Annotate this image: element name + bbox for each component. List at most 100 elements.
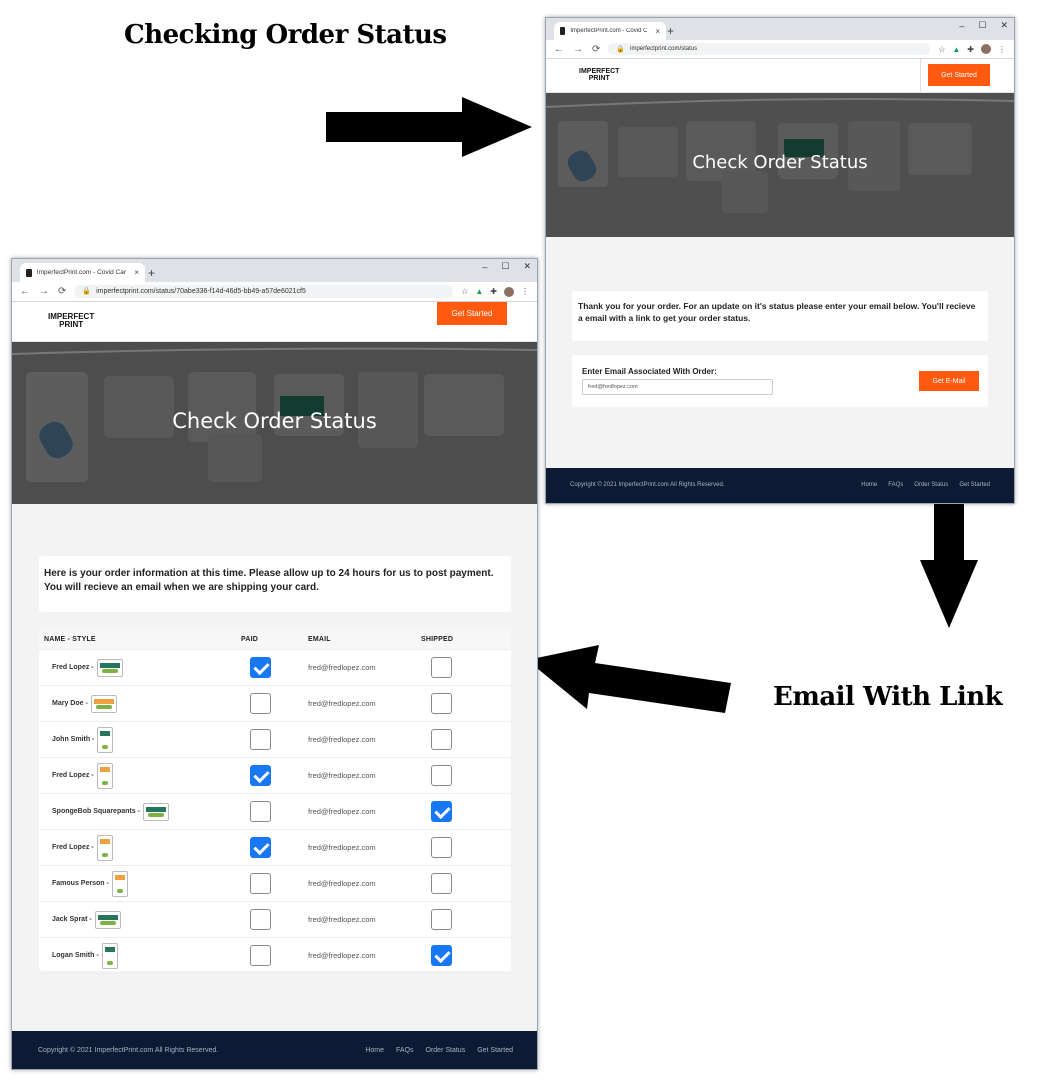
shipped-checkbox[interactable] bbox=[431, 873, 452, 894]
browser-tab[interactable]: ImperfectPrint.com - Covid Card × bbox=[554, 22, 666, 40]
table-row: Jack Sprat - fred@fredlopez.com bbox=[39, 902, 511, 938]
get-started-button[interactable]: Get Started bbox=[928, 64, 990, 86]
site-logo[interactable]: IMPERFECT PRINT bbox=[579, 68, 619, 82]
close-window-icon[interactable]: ✕ bbox=[1000, 20, 1008, 31]
email-field-value: fred@fredlopez.com bbox=[588, 384, 638, 390]
tab-bar: ImperfectPrint.com - Covid Card × + – ☐ … bbox=[546, 18, 1014, 40]
card-style-thumbnail[interactable] bbox=[90, 694, 117, 713]
tab-close-icon[interactable]: × bbox=[134, 268, 139, 277]
paid-checkbox[interactable] bbox=[250, 909, 271, 930]
shipped-checkbox[interactable] bbox=[431, 657, 452, 678]
reload-icon[interactable]: ⟳ bbox=[592, 44, 600, 55]
get-email-button[interactable]: Get E-Mail bbox=[919, 371, 979, 391]
star-icon[interactable]: ☆ bbox=[938, 45, 945, 54]
back-icon[interactable]: ← bbox=[554, 44, 564, 55]
avatar[interactable] bbox=[504, 286, 514, 297]
lock-icon: 🔒 bbox=[616, 45, 626, 53]
site-footer: Copyright © 2021 ImperfectPrint.com All … bbox=[546, 468, 1014, 503]
shipped-checkbox[interactable] bbox=[431, 765, 452, 786]
orders-table: NAME - STYLE PAID EMAIL SHIPPED Fred Lop… bbox=[39, 629, 511, 974]
paid-checkbox[interactable] bbox=[250, 801, 271, 822]
footer-link-faqs[interactable]: FAQs bbox=[888, 482, 903, 488]
footer-link-get-started[interactable]: Get Started bbox=[959, 482, 990, 488]
new-tab-button[interactable]: + bbox=[667, 24, 674, 38]
menu-icon[interactable]: ⋮ bbox=[521, 287, 529, 296]
avatar[interactable] bbox=[981, 44, 991, 54]
window-controls: – ☐ ✕ bbox=[959, 20, 1008, 31]
puzzle-icon[interactable]: ✚ bbox=[967, 45, 974, 54]
hero-banner: Check Order Status bbox=[12, 342, 537, 504]
paid-checkbox[interactable] bbox=[250, 657, 271, 678]
row-name: Mary Doe - bbox=[52, 700, 88, 707]
nav-buttons: ← → ⟳ bbox=[12, 286, 66, 297]
card-style-thumbnail[interactable] bbox=[96, 762, 113, 789]
row-name: Fred Lopez - bbox=[52, 664, 94, 671]
row-name-style: Jack Sprat - bbox=[52, 910, 121, 929]
paid-checkbox[interactable] bbox=[250, 873, 271, 894]
card-style-thumbnail[interactable] bbox=[101, 942, 118, 969]
forward-icon[interactable]: → bbox=[39, 286, 49, 297]
maximize-icon[interactable]: ☐ bbox=[501, 261, 509, 272]
col-paid: PAID bbox=[241, 636, 259, 643]
menu-icon[interactable]: ⋮ bbox=[998, 45, 1006, 54]
paid-checkbox[interactable] bbox=[250, 693, 271, 714]
row-email: fred@fredlopez.com bbox=[308, 915, 376, 924]
row-email: fred@fredlopez.com bbox=[308, 771, 376, 780]
card-style-thumbnail[interactable] bbox=[96, 658, 123, 677]
extension-icons: ☆ ▲ ✚ ⋮ bbox=[938, 44, 1014, 54]
footer-link-get-started[interactable]: Get Started bbox=[477, 1047, 513, 1054]
shipped-checkbox[interactable] bbox=[431, 945, 452, 966]
shipped-checkbox[interactable] bbox=[431, 729, 452, 750]
col-email: EMAIL bbox=[308, 636, 331, 643]
minimize-icon[interactable]: – bbox=[482, 262, 487, 272]
site-header: IMPERFECT PRINT Get Started bbox=[12, 302, 537, 342]
shipped-checkbox[interactable] bbox=[431, 801, 452, 822]
new-tab-button[interactable]: + bbox=[148, 266, 155, 280]
paid-checkbox[interactable] bbox=[250, 729, 271, 750]
url-input[interactable]: 🔒 imperfectprint.com/status/70abe336-f14… bbox=[74, 284, 454, 299]
footer-link-order-status[interactable]: Order Status bbox=[914, 482, 948, 488]
card-style-thumbnail[interactable] bbox=[97, 726, 114, 753]
forward-icon[interactable]: → bbox=[573, 44, 583, 55]
url-input[interactable]: 🔒 imperfectprint.com/status bbox=[608, 42, 931, 56]
row-name-style: Fred Lopez - bbox=[52, 762, 113, 789]
drive-icon[interactable]: ▲ bbox=[952, 45, 960, 54]
email-field[interactable]: fred@fredlopez.com bbox=[582, 379, 773, 395]
browser-tab[interactable]: ImperfectPrint.com - Covid Card × bbox=[20, 263, 145, 282]
reload-icon[interactable]: ⟳ bbox=[58, 286, 66, 297]
site-header: IMPERFECT PRINT Get Started bbox=[546, 59, 1014, 93]
intro-text: Thank you for your order. For an update … bbox=[578, 301, 976, 324]
footer-link-home[interactable]: Home bbox=[365, 1047, 384, 1054]
tab-close-icon[interactable]: × bbox=[655, 27, 660, 36]
footer-link-order-status[interactable]: Order Status bbox=[426, 1047, 466, 1054]
shipped-checkbox[interactable] bbox=[431, 837, 452, 858]
card-style-thumbnail[interactable] bbox=[96, 834, 113, 861]
table-row: Fred Lopez - fred@fredlopez.com bbox=[39, 830, 511, 866]
caption-checking-order-status: Checking Order Status bbox=[124, 20, 447, 50]
row-name: Jack Sprat - bbox=[52, 916, 92, 923]
puzzle-icon[interactable]: ✚ bbox=[490, 287, 497, 296]
paid-checkbox[interactable] bbox=[250, 837, 271, 858]
paid-checkbox[interactable] bbox=[250, 765, 271, 786]
card-style-thumbnail[interactable] bbox=[142, 802, 169, 821]
site-logo[interactable]: IMPERFECT PRINT bbox=[48, 313, 94, 329]
back-icon[interactable]: ← bbox=[20, 286, 30, 297]
minimize-icon[interactable]: – bbox=[959, 21, 964, 31]
card-style-thumbnail[interactable] bbox=[111, 870, 128, 897]
table-header: NAME - STYLE PAID EMAIL SHIPPED bbox=[39, 629, 511, 650]
card-style-thumbnail[interactable] bbox=[94, 910, 121, 929]
get-started-button[interactable]: Get Started bbox=[437, 302, 507, 325]
drive-icon[interactable]: ▲ bbox=[475, 287, 483, 296]
logo-line2: PRINT bbox=[588, 75, 610, 82]
footer-link-home[interactable]: Home bbox=[861, 482, 877, 488]
star-icon[interactable]: ☆ bbox=[461, 287, 468, 296]
hero-title: Check Order Status bbox=[692, 152, 868, 173]
paid-checkbox[interactable] bbox=[250, 945, 271, 966]
shipped-checkbox[interactable] bbox=[431, 693, 452, 714]
maximize-icon[interactable]: ☐ bbox=[978, 20, 986, 31]
footer-copyright: Copyright © 2021 ImperfectPrint.com All … bbox=[38, 1047, 219, 1054]
shipped-checkbox[interactable] bbox=[431, 909, 452, 930]
close-window-icon[interactable]: ✕ bbox=[523, 261, 531, 272]
table-row: John Smith - fred@fredlopez.com bbox=[39, 722, 511, 758]
footer-link-faqs[interactable]: FAQs bbox=[396, 1047, 414, 1054]
